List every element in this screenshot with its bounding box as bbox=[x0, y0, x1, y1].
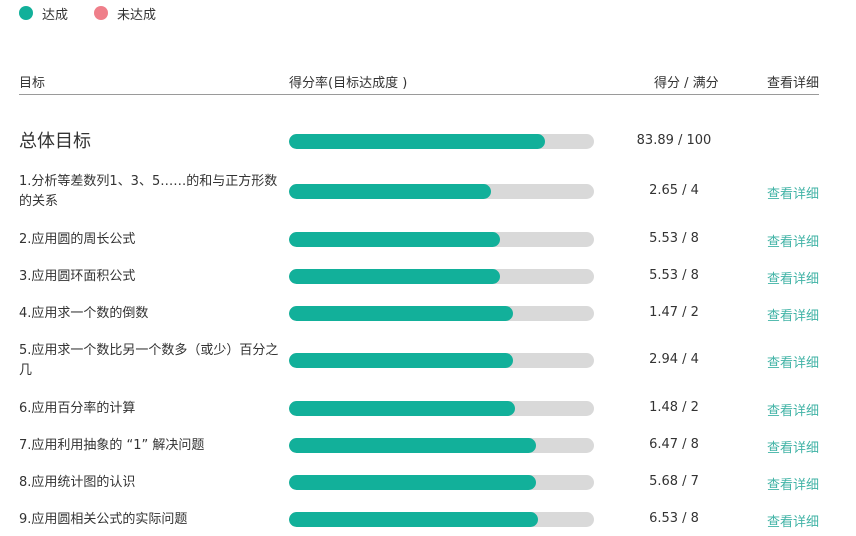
row-goal: 9.应用圆相关公式的实际问题 bbox=[19, 512, 188, 527]
row-score: 6.47 / 8 bbox=[649, 437, 699, 452]
view-detail-link[interactable]: 查看详细 bbox=[767, 183, 819, 202]
row-score: 6.53 / 8 bbox=[649, 511, 699, 526]
view-detail-link[interactable]: 查看详细 bbox=[767, 231, 819, 250]
row-score: 83.89 / 100 bbox=[636, 133, 712, 148]
progress-bar-track bbox=[289, 269, 594, 284]
progress-bar-fill bbox=[289, 232, 500, 247]
header-rate: 得分率(目标达成度 ) bbox=[289, 76, 408, 91]
row-goal: 5.应用求一个数比另一个数多（或少）百分之几 bbox=[19, 343, 279, 378]
progress-bar-track bbox=[289, 184, 594, 199]
row-goal: 8.应用统计图的认识 bbox=[19, 475, 136, 490]
row-goal: 6.应用百分率的计算 bbox=[19, 401, 136, 416]
view-detail-link[interactable]: 查看详细 bbox=[767, 400, 819, 419]
legend-item-unachieved: 未达成 bbox=[94, 4, 156, 23]
row-goal: 4.应用求一个数的倒数 bbox=[19, 306, 149, 321]
legend-label-achieved: 达成 bbox=[42, 7, 69, 23]
progress-bar-fill bbox=[289, 475, 537, 490]
legend: 达成 未达成 bbox=[19, 4, 182, 23]
progress-bar-track bbox=[289, 232, 594, 247]
progress-bar-track bbox=[289, 512, 594, 527]
progress-bar-fill bbox=[289, 306, 514, 321]
progress-bar-fill bbox=[289, 401, 515, 416]
progress-bar-fill bbox=[289, 512, 538, 527]
view-detail-link[interactable]: 查看详细 bbox=[767, 268, 819, 287]
row-score: 2.94 / 4 bbox=[649, 352, 699, 367]
header-detail: 查看详细 bbox=[766, 76, 819, 91]
row-score: 5.53 / 8 bbox=[649, 268, 699, 283]
progress-bar-fill bbox=[289, 184, 492, 199]
progress-bar-track bbox=[289, 134, 594, 149]
legend-label-unachieved: 未达成 bbox=[117, 7, 157, 23]
progress-bar-track bbox=[289, 401, 594, 416]
row-score: 5.68 / 7 bbox=[649, 474, 699, 489]
header-goal: 目标 bbox=[19, 76, 46, 91]
row-goal: 3.应用圆环面积公式 bbox=[19, 269, 136, 284]
progress-bar-fill bbox=[289, 438, 536, 453]
row-score: 5.53 / 8 bbox=[649, 231, 699, 246]
row-score: 2.65 / 4 bbox=[649, 183, 699, 198]
row-score: 1.48 / 2 bbox=[649, 400, 699, 415]
unachieved-dot-icon bbox=[94, 6, 109, 20]
view-detail-link[interactable]: 查看详细 bbox=[767, 511, 819, 530]
row-score: 1.47 / 2 bbox=[649, 305, 699, 320]
progress-bar-track bbox=[289, 353, 594, 368]
progress-bar-track bbox=[289, 306, 594, 321]
progress-bar-fill bbox=[289, 269, 500, 284]
progress-bar-fill bbox=[289, 134, 545, 149]
achieved-dot-icon bbox=[19, 6, 33, 20]
table-header: 目标 得分率(目标达成度 ) 得分 / 满分 查看详细 bbox=[19, 70, 819, 95]
header-score: 得分 / 满分 bbox=[654, 76, 719, 91]
view-detail-link[interactable]: 查看详细 bbox=[767, 305, 819, 324]
progress-bar-fill bbox=[289, 353, 514, 368]
row-goal: 1.分析等差数列1、3、5……的和与正方形数的关系 bbox=[19, 174, 278, 209]
row-goal: 总体目标 bbox=[19, 131, 91, 152]
view-detail-link[interactable]: 查看详细 bbox=[767, 352, 819, 371]
progress-bar-track bbox=[289, 438, 594, 453]
row-goal: 7.应用利用抽象的 “1” 解决问题 bbox=[19, 438, 205, 453]
view-detail-link[interactable]: 查看详细 bbox=[767, 437, 819, 456]
row-goal: 2.应用圆的周长公式 bbox=[19, 232, 136, 247]
progress-bar-track bbox=[289, 475, 594, 490]
view-detail-link[interactable]: 查看详细 bbox=[767, 474, 819, 493]
legend-item-achieved: 达成 bbox=[19, 4, 68, 23]
